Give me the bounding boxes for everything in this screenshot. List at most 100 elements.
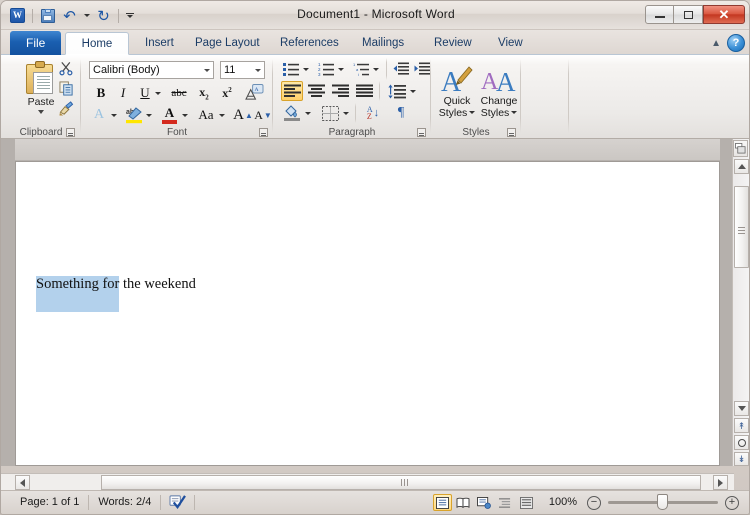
shrink-font-button[interactable]: A ▼ — [253, 105, 273, 125]
undo-dropdown-icon[interactable] — [82, 6, 91, 25]
font-color-button[interactable]: A — [159, 104, 180, 125]
align-right-button[interactable] — [329, 81, 351, 101]
tab-insert[interactable]: Insert — [136, 32, 183, 55]
web-layout-view-button[interactable] — [475, 494, 494, 511]
clear-formatting-button[interactable]: A — [89, 105, 109, 125]
font-color-dropdown-icon[interactable] — [180, 105, 190, 125]
word-count-indicator[interactable]: Words: 2/4 — [89, 494, 160, 511]
quick-styles-dropdown-icon[interactable] — [469, 111, 476, 114]
underline-button[interactable]: U — [135, 83, 155, 103]
scroll-down-button[interactable] — [734, 401, 749, 416]
scroll-right-button[interactable] — [713, 475, 728, 490]
zoom-slider-handle[interactable] — [657, 494, 668, 510]
paste-dropdown-icon[interactable] — [38, 110, 44, 114]
sort-button[interactable]: A Z ↓ — [361, 103, 385, 123]
zoom-level-label[interactable]: 100% — [537, 494, 587, 511]
customize-qat-icon[interactable] — [124, 6, 135, 25]
change-case-dropdown-icon[interactable] — [217, 105, 226, 125]
tab-references[interactable]: References — [271, 32, 348, 55]
zoom-slider[interactable] — [608, 494, 718, 510]
increase-indent-button[interactable] — [413, 60, 431, 78]
tab-file[interactable]: File — [10, 31, 62, 55]
horizontal-scroll-thumb[interactable] — [101, 475, 701, 490]
document-text[interactable]: Something for the weekend — [36, 276, 196, 312]
next-page-button[interactable]: ↡ — [734, 452, 749, 466]
restore-button[interactable] — [674, 5, 703, 24]
font-name-combobox[interactable]: Calibri (Body) — [89, 61, 214, 79]
save-icon[interactable] — [38, 6, 57, 25]
change-styles-button[interactable]: A A Change Styles — [477, 59, 521, 123]
align-center-button[interactable] — [305, 81, 327, 101]
italic-button[interactable]: I — [113, 83, 133, 103]
styles-dialog-launcher[interactable] — [507, 128, 516, 137]
font-dialog-launcher[interactable] — [259, 128, 268, 137]
scroll-left-button[interactable] — [15, 475, 30, 490]
text-effects-button[interactable]: A — [243, 82, 265, 102]
tab-home[interactable]: Home — [65, 32, 129, 55]
line-spacing-dropdown-icon[interactable] — [408, 81, 417, 101]
scroll-up-button[interactable] — [734, 159, 749, 174]
line-spacing-button[interactable] — [386, 81, 408, 101]
multilevel-dropdown-icon[interactable] — [371, 60, 381, 78]
highlight-dropdown-icon[interactable] — [144, 105, 154, 125]
print-layout-view-button[interactable] — [432, 494, 452, 511]
subscript-button[interactable]: x2 — [194, 83, 214, 103]
page-indicator[interactable]: Page: 1 of 1 — [11, 494, 88, 511]
help-icon[interactable]: ? — [727, 34, 745, 52]
bold-button[interactable]: B — [91, 83, 111, 103]
minimize-button[interactable] — [645, 5, 674, 24]
align-left-button[interactable] — [281, 81, 303, 101]
vertical-scrollbar[interactable]: ↟ ↡ — [732, 139, 749, 466]
change-styles-dropdown-icon[interactable] — [511, 111, 518, 114]
tab-view[interactable]: View — [489, 32, 532, 55]
numbering-button[interactable]: 1 2 3 — [316, 60, 336, 78]
previous-page-button[interactable]: ↟ — [734, 418, 749, 433]
format-painter-button[interactable] — [57, 100, 75, 117]
bullets-dropdown-icon[interactable] — [301, 60, 311, 78]
clear-formatting-dropdown-icon[interactable] — [109, 105, 119, 125]
change-case-button[interactable]: Aa — [194, 105, 218, 125]
quick-styles-button[interactable]: A Quick Styles — [437, 59, 477, 123]
borders-dropdown-icon[interactable] — [341, 103, 350, 123]
multilevel-list-button[interactable]: 1 a i — [351, 60, 371, 78]
proofing-status-button[interactable] — [161, 494, 194, 512]
tab-mailings[interactable]: Mailings — [353, 32, 413, 55]
view-ruler-button[interactable] — [733, 140, 748, 157]
show-formatting-marks-button[interactable]: ¶ — [391, 103, 411, 123]
justify-button[interactable] — [353, 81, 375, 101]
unselected-text[interactable]: the weekend — [119, 276, 196, 292]
numbering-dropdown-icon[interactable] — [336, 60, 346, 78]
draft-view-button[interactable] — [517, 494, 536, 511]
superscript-button[interactable]: x2 — [217, 83, 237, 103]
decrease-indent-button[interactable] — [392, 60, 410, 78]
underline-dropdown-icon[interactable] — [153, 83, 163, 103]
selected-text[interactable]: Something for — [36, 276, 120, 312]
outline-view-button[interactable] — [496, 494, 515, 511]
copy-button[interactable] — [57, 80, 75, 97]
clipboard-dialog-launcher[interactable] — [66, 128, 75, 137]
zoom-in-button[interactable]: + — [725, 495, 739, 510]
grow-font-button[interactable]: A ▲ — [233, 105, 253, 125]
tab-page-layout[interactable]: Page Layout — [186, 32, 269, 55]
cut-button[interactable] — [57, 60, 75, 77]
undo-icon[interactable]: ↶ — [60, 6, 79, 25]
paragraph-dialog-launcher[interactable] — [417, 128, 426, 137]
font-size-combobox[interactable]: 11 — [220, 61, 265, 79]
full-screen-reading-view-button[interactable] — [454, 494, 473, 511]
shading-button[interactable] — [281, 103, 303, 123]
word-logo-icon[interactable]: W — [8, 6, 27, 25]
shading-dropdown-icon[interactable] — [303, 103, 312, 123]
close-button[interactable]: ✕ — [703, 5, 745, 24]
borders-button[interactable] — [319, 103, 341, 123]
horizontal-scrollbar[interactable] — [1, 473, 734, 490]
bullets-button[interactable] — [281, 60, 301, 78]
select-browse-object-button[interactable] — [734, 435, 749, 450]
vertical-scroll-thumb[interactable] — [734, 186, 749, 268]
strikethrough-button[interactable]: abc — [167, 83, 191, 103]
zoom-out-button[interactable]: − — [587, 495, 601, 510]
minimize-ribbon-icon[interactable]: ▲ — [711, 38, 721, 49]
tab-review[interactable]: Review — [425, 32, 481, 55]
text-highlight-color-button[interactable]: ab — [123, 104, 144, 125]
redo-icon[interactable]: ↻ — [94, 6, 113, 25]
document-page[interactable]: Something for the weekend — [15, 161, 720, 466]
